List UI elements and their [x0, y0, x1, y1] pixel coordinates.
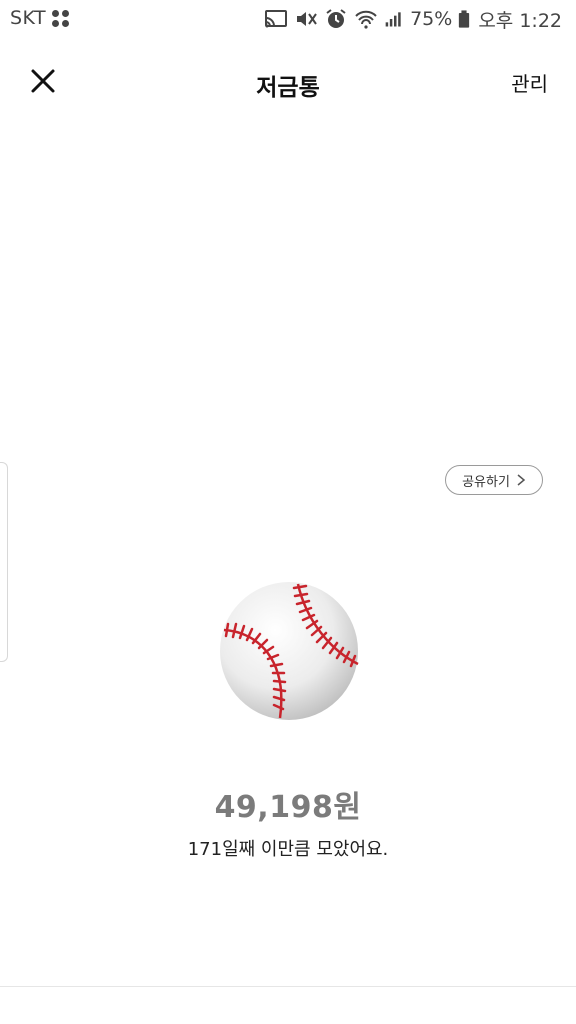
clock: 오후 1:22	[478, 9, 562, 32]
mute-icon	[297, 12, 317, 26]
app-grid-icon	[52, 10, 70, 28]
alarm-icon	[326, 9, 346, 28]
baseball-icon	[220, 582, 359, 720]
manage-button[interactable]: 관리	[511, 68, 548, 97]
page-title: 저금통	[256, 75, 320, 101]
savings-caption: 171일째 이만큼 모았어요.	[187, 839, 389, 860]
battery-icon	[459, 10, 470, 28]
top-app-bar: 저금통 관리	[0, 50, 576, 114]
battery-percent: 75%	[410, 8, 453, 30]
chevron-right-icon	[517, 474, 526, 486]
share-button-label: 공유하기	[462, 474, 510, 490]
cast-icon	[265, 10, 288, 28]
side-drawer-handle[interactable]	[0, 462, 8, 662]
share-button[interactable]: 공유하기	[445, 465, 543, 495]
wifi-icon	[355, 10, 377, 29]
bottom-divider	[0, 986, 576, 987]
status-bar: SKT 75% 오후 1:22	[0, 0, 576, 38]
savings-amount: 49,198원	[214, 790, 362, 825]
carrier-label: SKT	[10, 7, 47, 29]
signal-icon	[385, 12, 401, 27]
status-icons: 75% 오후 1:22	[264, 7, 562, 32]
